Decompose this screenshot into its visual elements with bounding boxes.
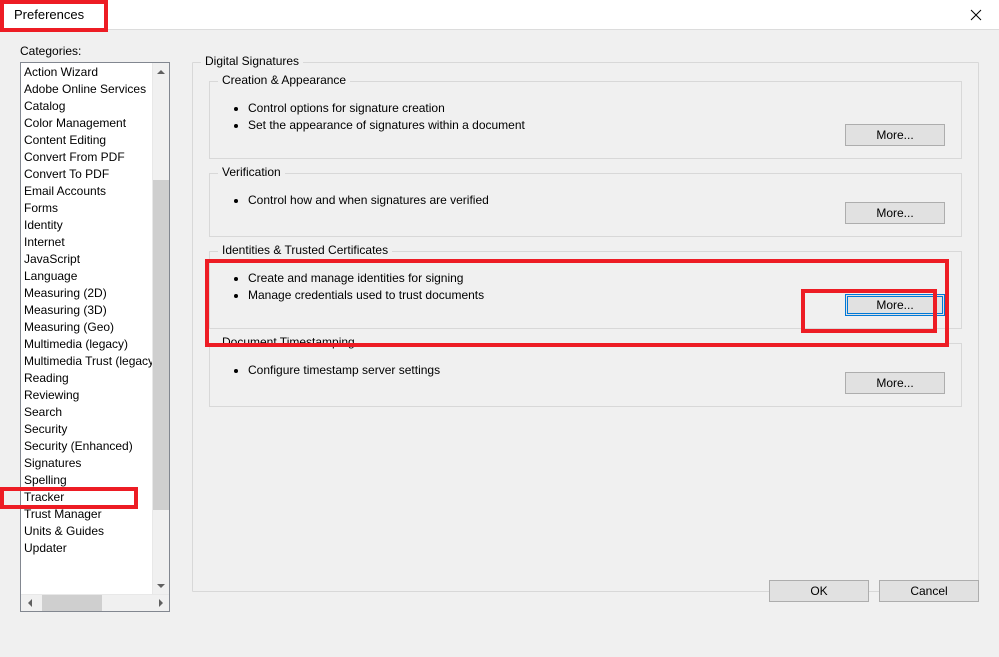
list-item[interactable]: Content Editing (23, 132, 150, 149)
scroll-track[interactable] (153, 80, 169, 577)
bullet-text: Control how and when signatures are veri… (248, 192, 947, 209)
chevron-left-icon (26, 599, 34, 607)
verification-more-button[interactable]: More... (845, 202, 945, 224)
list-item[interactable]: Convert To PDF (23, 166, 150, 183)
hscroll-thumb[interactable] (42, 595, 102, 611)
bullet-text: Configure timestamp server settings (248, 362, 947, 379)
list-item[interactable]: Measuring (2D) (23, 285, 150, 302)
verification-group: Verification Control how and when signat… (209, 173, 962, 237)
list-item[interactable]: Adobe Online Services (23, 81, 150, 98)
list-item[interactable]: Multimedia (legacy) (23, 336, 150, 353)
verification-legend: Verification (218, 165, 285, 179)
categories-viewport: Action Wizard Adobe Online Services Cata… (21, 63, 169, 594)
timestamp-group: Document Timestamping Configure timestam… (209, 343, 962, 407)
creation-group: Creation & Appearance Control options fo… (209, 81, 962, 159)
digital-signatures-legend: Digital Signatures (201, 54, 303, 68)
list-item[interactable]: Identity (23, 217, 150, 234)
list-item-signatures[interactable]: Signatures (23, 455, 150, 472)
list-item[interactable]: Spelling (23, 472, 150, 489)
list-item[interactable]: Units & Guides (23, 523, 150, 540)
creation-more-button[interactable]: More... (845, 124, 945, 146)
categories-items: Action Wizard Adobe Online Services Cata… (21, 63, 152, 594)
scroll-thumb[interactable] (153, 180, 169, 510)
categories-label: Categories: (20, 44, 979, 58)
list-item[interactable]: JavaScript (23, 251, 150, 268)
list-item[interactable]: Measuring (3D) (23, 302, 150, 319)
identities-more-button[interactable]: More... (845, 294, 945, 316)
identities-group: Identities & Trusted Certificates Create… (209, 251, 962, 329)
timestamp-more-button[interactable]: More... (845, 372, 945, 394)
list-item[interactable]: Color Management (23, 115, 150, 132)
list-item[interactable]: Internet (23, 234, 150, 251)
list-item[interactable]: Security (23, 421, 150, 438)
right-pane: Digital Signatures Creation & Appearance… (192, 62, 979, 612)
list-item[interactable]: Reviewing (23, 387, 150, 404)
bullet-text: Create and manage identities for signing (248, 270, 947, 287)
content-area: Categories: Action Wizard Adobe Online S… (0, 30, 999, 657)
window-title: Preferences (8, 5, 90, 24)
list-item[interactable]: Tracker (23, 489, 150, 506)
titlebar: Preferences (0, 0, 999, 30)
list-item[interactable]: Reading (23, 370, 150, 387)
scroll-right-button[interactable] (152, 595, 169, 611)
list-item[interactable]: Forms (23, 200, 150, 217)
list-item[interactable]: Updater (23, 540, 150, 557)
bullet-text: Control options for signature creation (248, 100, 947, 117)
list-item[interactable]: Measuring (Geo) (23, 319, 150, 336)
bullet-text: Set the appearance of signatures within … (248, 117, 947, 134)
horizontal-scrollbar[interactable] (21, 594, 169, 611)
creation-legend: Creation & Appearance (218, 73, 350, 87)
scroll-up-button[interactable] (153, 63, 169, 80)
bullet-text: Manage credentials used to trust documen… (248, 287, 947, 304)
list-item[interactable]: Language (23, 268, 150, 285)
chevron-up-icon (157, 68, 165, 76)
close-button[interactable] (953, 0, 999, 30)
list-item[interactable]: Convert From PDF (23, 149, 150, 166)
creation-bullets: Control options for signature creation S… (236, 100, 947, 134)
verification-bullets: Control how and when signatures are veri… (236, 192, 947, 209)
identities-legend: Identities & Trusted Certificates (218, 243, 392, 257)
hscroll-track[interactable] (38, 595, 152, 611)
identities-bullets: Create and manage identities for signing… (236, 270, 947, 304)
ok-button[interactable]: OK (769, 580, 869, 602)
timestamp-bullets: Configure timestamp server settings (236, 362, 947, 379)
list-item[interactable]: Email Accounts (23, 183, 150, 200)
timestamp-legend: Document Timestamping (218, 335, 359, 349)
cancel-button[interactable]: Cancel (879, 580, 979, 602)
chevron-right-icon (157, 599, 165, 607)
list-item[interactable]: Security (Enhanced) (23, 438, 150, 455)
scroll-down-button[interactable] (153, 577, 169, 594)
scroll-left-button[interactable] (21, 595, 38, 611)
columns: Action Wizard Adobe Online Services Cata… (20, 62, 979, 612)
list-item[interactable]: Catalog (23, 98, 150, 115)
vertical-scrollbar[interactable] (152, 63, 169, 594)
list-item[interactable]: Search (23, 404, 150, 421)
digital-signatures-group: Digital Signatures Creation & Appearance… (192, 62, 979, 592)
close-icon (970, 9, 982, 21)
list-item[interactable]: Trust Manager (23, 506, 150, 523)
list-item[interactable]: Action Wizard (23, 64, 150, 81)
categories-listbox[interactable]: Action Wizard Adobe Online Services Cata… (20, 62, 170, 612)
chevron-down-icon (157, 582, 165, 590)
list-item[interactable]: Multimedia Trust (legacy) (23, 353, 150, 370)
dialog-footer: OK Cancel (769, 580, 979, 602)
